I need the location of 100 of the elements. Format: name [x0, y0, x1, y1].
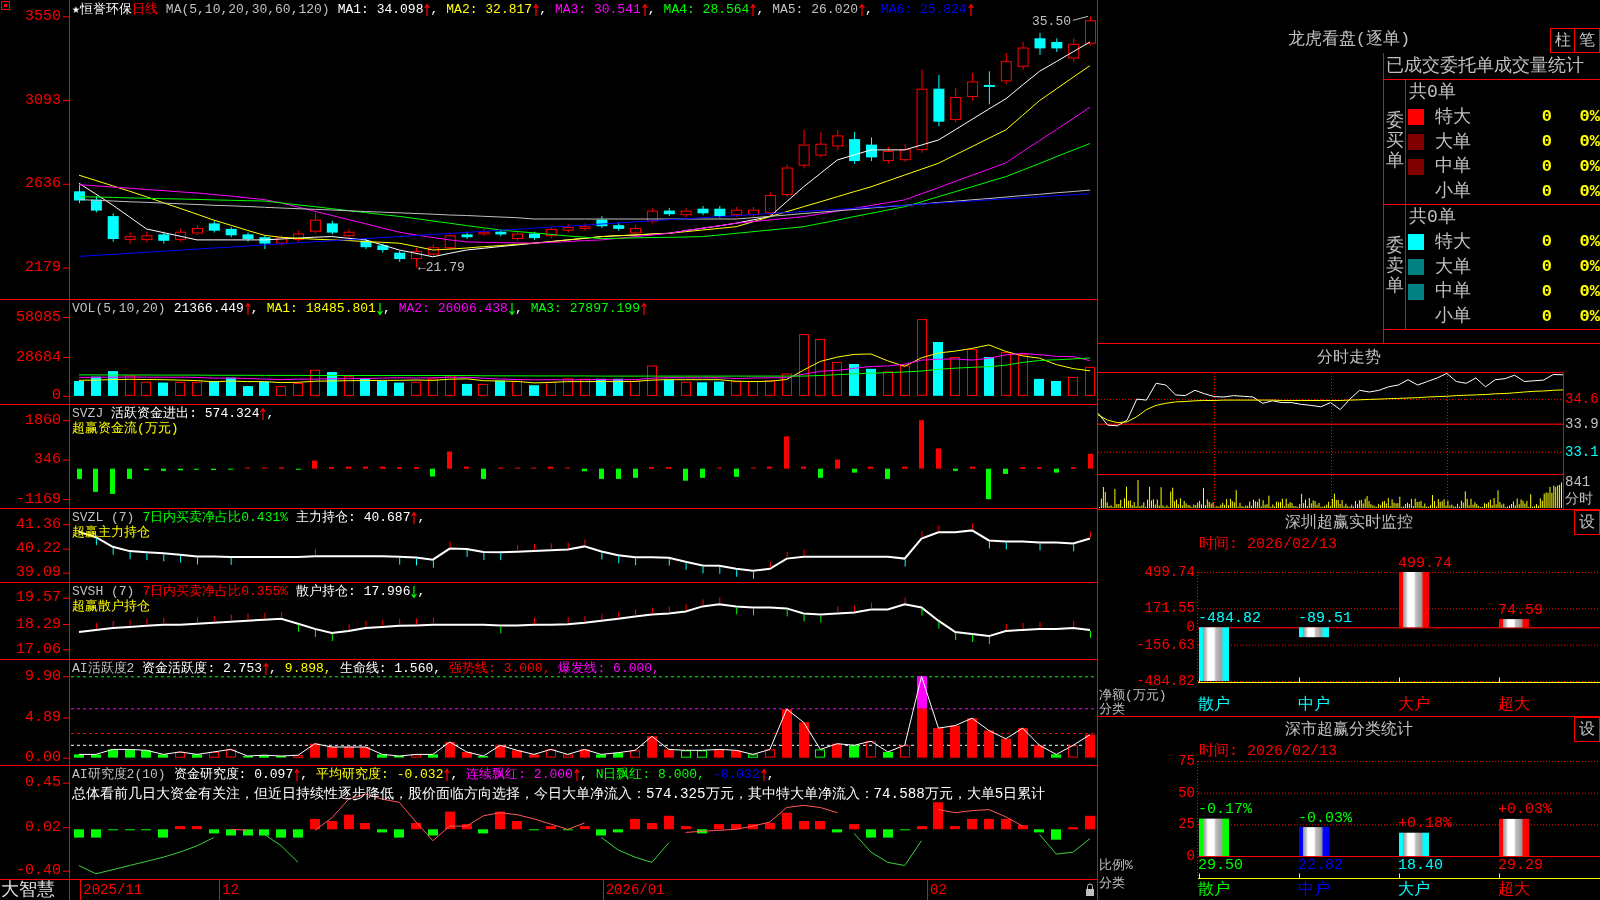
volume-bar [478, 383, 488, 396]
research-bar [1018, 825, 1028, 830]
candle [697, 205, 709, 216]
volume-bar [1051, 381, 1061, 396]
axis-label: 25 [1178, 816, 1195, 833]
fund-flow-bar [784, 436, 789, 469]
indicator-value: MA3: 27897.199 [530, 301, 640, 316]
volume-bar [293, 383, 303, 396]
volume-bar [664, 379, 674, 396]
separator-text: , [417, 510, 426, 525]
volume-bar [563, 378, 573, 396]
volume-bar [394, 382, 404, 396]
research-bar [917, 826, 927, 830]
candle [1034, 32, 1046, 56]
indicator-value: MA2: 26006.438 [398, 301, 508, 316]
change-label: -0.03% [1298, 809, 1352, 827]
research-bar [799, 821, 809, 830]
fund-flow-bar [363, 466, 368, 469]
leader-line [1072, 15, 1089, 21]
candle [1000, 52, 1012, 85]
volume-bar [125, 375, 135, 396]
date-label: 2025/11 [83, 882, 143, 898]
category-label: 散户 [1198, 881, 1230, 899]
volume-bar [1001, 352, 1011, 396]
volume-bar [344, 376, 354, 396]
indicator-value: MA3: 30.541 [554, 2, 641, 17]
volume-bar [428, 378, 438, 396]
bar [1399, 572, 1429, 628]
indicator-value: 资金活跃度: 2.753 [142, 661, 262, 676]
stock-name: ★恒誉环保 [72, 2, 132, 17]
indicator-value: MA1: 18485.801 [266, 301, 376, 316]
research-bar [158, 829, 168, 838]
volume-bar [984, 357, 994, 396]
candle [714, 205, 726, 219]
separator-text: , [579, 767, 588, 782]
settings-button[interactable]: 设 [1574, 717, 1600, 742]
research-bar [849, 824, 859, 830]
candle [276, 234, 288, 246]
category-label: 超大 [1498, 881, 1530, 899]
fund-flow-bar [683, 468, 688, 481]
research-bar [933, 802, 943, 830]
indicator-value: 平均研究度: -0.032 [316, 767, 444, 782]
axis-label: 3550 [25, 7, 61, 25]
candle [512, 230, 524, 242]
research-bar [360, 823, 370, 830]
candle [596, 215, 608, 229]
share-value: 0% [1578, 256, 1600, 279]
share-value: 0% [1578, 231, 1600, 254]
share-value: 0% [1578, 106, 1600, 129]
volume-bar [91, 376, 101, 396]
axis-title: 净额(万元) [1099, 687, 1167, 703]
change-label: +0.18% [1398, 815, 1452, 833]
fund-flow-bar [1054, 468, 1059, 473]
volume-bar [900, 365, 910, 396]
bar [1499, 619, 1529, 628]
toggle-button[interactable]: 笔 [1575, 28, 1600, 53]
indicator-name: AI研究度2(10) [72, 767, 166, 782]
candle [866, 136, 877, 162]
panel-title: 分时走势 [1316, 347, 1382, 369]
volume-bar [512, 381, 522, 396]
volume-bar [529, 385, 539, 396]
candle [529, 231, 540, 241]
bar [1499, 818, 1529, 856]
settings-button[interactable]: 设 [1574, 510, 1600, 535]
date-label: 02 [930, 882, 947, 898]
candle [377, 243, 389, 254]
volume-bar [832, 362, 842, 396]
category-label: 超大 [1498, 696, 1530, 714]
axis-label: -484.82 [1136, 673, 1195, 689]
candle [192, 224, 203, 236]
axis-label: 2636 [25, 175, 61, 193]
volume-bar [630, 381, 640, 396]
fund-flow-bar [1088, 453, 1093, 469]
square-icon [1, 1, 10, 10]
fund-flow-bar [767, 466, 772, 469]
panel-title: 龙虎看盘(逐单) [1286, 30, 1412, 51]
axis-label: 0.00 [25, 749, 61, 767]
volume-bar [697, 382, 707, 396]
research-bar [428, 829, 438, 836]
axis-label: 0.02 [25, 818, 61, 836]
research-bar [832, 829, 842, 833]
research-bar [74, 829, 84, 838]
fund-flow-bar [93, 468, 98, 492]
separator-text: , [269, 661, 277, 676]
share-value: 0% [1578, 131, 1600, 154]
indicator-value: 21366.449 [173, 301, 244, 316]
axis-label: -0.40 [16, 862, 61, 880]
fund-flow-bar [346, 466, 351, 469]
order-size-label: 中单 [1435, 280, 1472, 304]
candle [983, 70, 995, 105]
indicator-value: 资金研究度: 0.097 [173, 767, 294, 782]
research-bar [209, 829, 219, 834]
separator-text: , [417, 584, 426, 599]
toggle-button[interactable]: 柱 [1550, 28, 1575, 53]
volume-bar [158, 382, 168, 396]
separator-text: , [865, 2, 873, 17]
count-value: 0 [1540, 281, 1552, 304]
date-label: 时间: 2026/02/13 [1199, 742, 1338, 760]
date-label: 时间: 2026/02/13 [1199, 535, 1338, 553]
research-bar [1085, 815, 1095, 830]
